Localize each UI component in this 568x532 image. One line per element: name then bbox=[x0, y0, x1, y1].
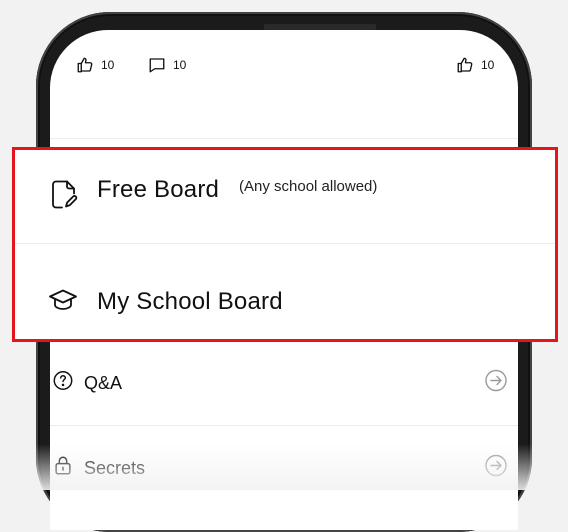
like-count: 10 bbox=[101, 58, 115, 72]
list-item-secrets[interactable]: Secrets bbox=[50, 446, 518, 490]
comment-icon bbox=[148, 56, 166, 74]
list-item-label: Q&A bbox=[84, 372, 123, 393]
question-circle-icon bbox=[52, 370, 74, 397]
post-stats-bar: 10 10 10 bbox=[76, 56, 518, 80]
list-item-label: Secrets bbox=[84, 457, 146, 478]
divider bbox=[50, 425, 518, 426]
like-stat-right[interactable]: 10 bbox=[456, 56, 494, 74]
arrow-right-circle-icon[interactable] bbox=[484, 454, 508, 483]
comment-count: 10 bbox=[173, 58, 187, 72]
board-option-title: Free Board bbox=[97, 176, 220, 203]
board-option-free[interactable]: Free Board (Any school allowed) bbox=[15, 150, 555, 244]
comment-stat[interactable]: 10 bbox=[148, 56, 186, 74]
board-option-my-school[interactable]: My School Board bbox=[15, 260, 555, 346]
like-stat[interactable]: 10 bbox=[76, 56, 114, 74]
divider bbox=[50, 138, 518, 139]
like-count-right: 10 bbox=[481, 58, 495, 72]
divider bbox=[15, 243, 555, 244]
document-edit-icon bbox=[47, 179, 79, 216]
board-option-title: My School Board bbox=[97, 288, 283, 315]
lock-icon bbox=[52, 455, 74, 482]
list-item-qa[interactable]: Q&A bbox=[50, 361, 518, 405]
arrow-right-circle-icon[interactable] bbox=[484, 369, 508, 398]
thumbs-up-icon bbox=[76, 56, 94, 74]
board-option-subtitle: (Any school allowed) bbox=[239, 178, 378, 195]
board-picker-highlight: Free Board (Any school allowed) My Schoo… bbox=[12, 147, 558, 342]
graduation-cap-icon bbox=[47, 285, 79, 322]
thumbs-up-icon bbox=[456, 56, 474, 74]
